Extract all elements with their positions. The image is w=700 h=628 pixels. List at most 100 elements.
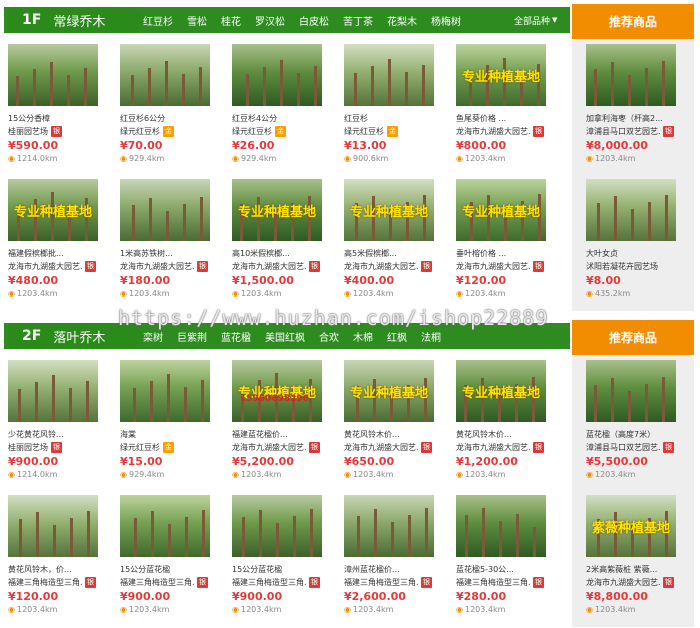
shop-name[interactable]: 福建三角梅造型三角... <box>232 577 306 588</box>
product-card[interactable]: 蓝花楹5-30公... 福建三角梅造型三角... 银 ¥280.00 ◉ 1203.4km <box>456 495 560 625</box>
product-card[interactable]: 漳州蓝花楹价... 福建三角梅造型三角... 银 ¥2,600.00 ◉ 1203.4km <box>344 495 448 625</box>
product-card[interactable]: 专业种植基地 鱼尾葵价格 ... 龙海市九湖盛大园艺... 银 ¥800.00 ◉ 1203… <box>456 44 560 174</box>
product-title[interactable]: 15公分蓝花楹 <box>120 564 220 575</box>
product-card[interactable]: 专业种植基地 高10米假槟榔... 龙海市九湖盛大园艺... 银 ¥1,500.00 ◉ 1… <box>232 179 336 309</box>
product-image[interactable] <box>8 44 98 106</box>
shop-name[interactable]: 福建三角梅造型三角... <box>344 577 418 588</box>
product-title[interactable]: 2米高紫薇桩 紫薇... <box>586 564 686 575</box>
shop-name[interactable]: 龙海市九湖盛大园艺... <box>586 577 660 588</box>
product-title[interactable]: 大叶女贞 <box>586 248 686 259</box>
tab-guihua[interactable]: 桂花 <box>221 13 241 28</box>
tab-baipisong[interactable]: 白皮松 <box>299 13 329 28</box>
tab-fatong[interactable]: 法桐 <box>421 329 441 344</box>
product-card[interactable]: 15公分蓝花楹 福建三角梅造型三角... 银 ¥900.00 ◉ 1203.4km <box>232 495 336 625</box>
product-title[interactable]: 垂叶榕价格 ... <box>456 248 556 259</box>
product-card[interactable]: 蓝花楹（高度7米） 漳浦县马口双艺园艺... 银 ¥5,500.00 ◉ 1203.4km <box>586 360 690 490</box>
product-card[interactable]: 专业种植基地 黄花风铃木价... 龙海市九湖盛大园艺... 银 ¥650.00 ◉ 1203… <box>344 360 448 490</box>
product-title[interactable]: 红豆杉 <box>344 113 444 124</box>
product-image[interactable] <box>232 495 322 557</box>
product-title[interactable]: 1米高苏铁树... <box>120 248 220 259</box>
product-title[interactable]: 福建假槟榔批... <box>8 248 108 259</box>
product-image[interactable]: 专业种植基地 <box>344 179 434 241</box>
product-image[interactable] <box>120 495 210 557</box>
shop-name[interactable]: 福建三角梅造型三角... <box>456 577 530 588</box>
tab-mumian[interactable]: 木棉 <box>353 329 373 344</box>
shop-name[interactable]: 龙海市九湖盛大园艺... <box>456 442 530 453</box>
shop-name[interactable]: 龙海市九湖盛大园艺... <box>456 261 530 272</box>
product-title[interactable]: 黄花风铃木，价... <box>8 564 108 575</box>
product-image[interactable] <box>586 44 676 106</box>
tab-hongfeng[interactable]: 红枫 <box>387 329 407 344</box>
product-image[interactable] <box>8 495 98 557</box>
product-image[interactable]: 专业种植基地 15960698296 <box>232 360 322 422</box>
product-card[interactable]: 红豆杉 绿元红豆杉金 ¥13.00 ◉ 900.6km <box>344 44 448 174</box>
product-title[interactable]: 海棠 <box>120 429 220 440</box>
product-card[interactable]: 紫薇种植基地 2米高紫薇桩 紫薇... 龙海市九湖盛大园艺... 银 ¥8,800.00… <box>586 495 690 625</box>
product-card[interactable]: 大叶女贞 沭阳若凝花卉园艺场 ¥8.00 ◉ 435.2km <box>586 179 690 309</box>
shop-name[interactable]: 绿元红豆杉 <box>120 442 160 453</box>
product-image[interactable] <box>344 44 434 106</box>
shop-name[interactable]: 龙海市九湖盛大园艺... <box>8 261 82 272</box>
tab-hongdoushan[interactable]: 红豆杉 <box>143 13 173 28</box>
product-card[interactable]: 加拿利海枣（杆高2... 漳浦县马口双艺园艺... 银 ¥8,000.00 ◉ 1203.… <box>586 44 690 174</box>
tab-lanhuaying[interactable]: 蓝花楹 <box>221 329 251 344</box>
product-card[interactable]: 1米高苏铁树... 龙海市九湖盛大园艺... 银 ¥180.00 ◉ 1203.4km <box>120 179 224 309</box>
shop-name[interactable]: 绿元红豆杉 <box>344 126 384 137</box>
product-image[interactable] <box>344 495 434 557</box>
shop-name[interactable]: 绿元红豆杉 <box>232 126 272 137</box>
product-image[interactable]: 专业种植基地 <box>456 360 546 422</box>
product-title[interactable]: 鱼尾葵价格 ... <box>456 113 556 124</box>
tab-juzijing[interactable]: 巨紫荆 <box>177 329 207 344</box>
product-card[interactable]: 红豆杉4公分 绿元红豆杉金 ¥26.00 ◉ 929.4km <box>232 44 336 174</box>
floor-badge[interactable]: 1F 常绿乔木 <box>8 7 144 33</box>
all-varieties-link[interactable]: 全部品种 ▼ <box>514 7 557 33</box>
tab-meiguohongfeng[interactable]: 美国红枫 <box>265 329 305 344</box>
product-title[interactable]: 漳州蓝花楹价... <box>344 564 444 575</box>
shop-name[interactable]: 龙海市九湖盛大园艺... <box>120 261 194 272</box>
product-title[interactable]: 少花黄花风铃... <box>8 429 108 440</box>
product-card[interactable]: 专业种植基地 15960698296 福建蓝花楹价... 龙海市九湖盛大园艺... 银 ¥… <box>232 360 336 490</box>
product-card[interactable]: 红豆杉6公分 绿元红豆杉金 ¥70.00 ◉ 929.4km <box>120 44 224 174</box>
product-title[interactable]: 加拿利海枣（杆高2... <box>586 113 686 124</box>
product-image[interactable]: 紫薇种植基地 <box>586 495 676 557</box>
product-image[interactable] <box>586 360 676 422</box>
product-image[interactable]: 专业种植基地 <box>8 179 98 241</box>
product-image[interactable] <box>120 360 210 422</box>
product-title[interactable]: 蓝花楹（高度7米） <box>586 429 686 440</box>
product-card[interactable]: 专业种植基地 福建假槟榔批... 龙海市九湖盛大园艺... 银 ¥480.00 ◉ 1203… <box>8 179 112 309</box>
product-card[interactable]: 海棠 绿元红豆杉金 ¥15.00 ◉ 929.4km <box>120 360 224 490</box>
tab-xuesong[interactable]: 雪松 <box>187 13 207 28</box>
shop-name[interactable]: 桂丽园艺场 <box>8 126 48 137</box>
product-title[interactable]: 红豆杉6公分 <box>120 113 220 124</box>
product-title[interactable]: 15公分蓝花楹 <box>232 564 332 575</box>
product-card[interactable]: 少花黄花风铃... 桂丽园艺场银 ¥900.00 ◉ 1214.0km <box>8 360 112 490</box>
product-card[interactable]: 专业种植基地 高5米假槟榔... 龙海市九湖盛大园艺... 银 ¥400.00 ◉ 1203… <box>344 179 448 309</box>
product-image[interactable] <box>456 495 546 557</box>
product-title[interactable]: 黄花风铃木价... <box>344 429 444 440</box>
product-title[interactable]: 蓝花楹5-30公... <box>456 564 556 575</box>
product-image[interactable] <box>586 179 676 241</box>
product-card[interactable]: 专业种植基地 黄花风铃木价... 龙海市九湖盛大园艺... 银 ¥1,200.00 ◉ 12… <box>456 360 560 490</box>
tab-yangmeishu[interactable]: 杨梅树 <box>431 13 461 28</box>
product-card[interactable]: 黄花风铃木，价... 福建三角梅造型三角... 银 ¥120.00 ◉ 1203.4km <box>8 495 112 625</box>
shop-name[interactable]: 龙海市九湖盛大园艺... <box>344 261 418 272</box>
shop-name[interactable]: 沭阳若凝花卉园艺场 <box>586 261 658 272</box>
tab-luanshu[interactable]: 栾树 <box>143 329 163 344</box>
tab-kudingcha[interactable]: 苦丁茶 <box>343 13 373 28</box>
product-image[interactable] <box>8 360 98 422</box>
shop-name[interactable]: 绿元红豆杉 <box>120 126 160 137</box>
product-image[interactable]: 专业种植基地 <box>456 179 546 241</box>
shop-name[interactable]: 漳浦县马口双艺园艺... <box>586 126 660 137</box>
product-image[interactable]: 专业种植基地 <box>232 179 322 241</box>
shop-name[interactable]: 漳浦县马口双艺园艺... <box>586 442 660 453</box>
product-card[interactable]: 15公分蓝花楹 福建三角梅造型三角... 银 ¥900.00 ◉ 1203.4km <box>120 495 224 625</box>
product-title[interactable]: 福建蓝花楹价... <box>232 429 332 440</box>
shop-name[interactable]: 龙海市九湖盛大园艺... <box>232 442 306 453</box>
tab-luohansong[interactable]: 罗汉松 <box>255 13 285 28</box>
shop-name[interactable]: 龙海市九湖盛大园艺... <box>232 261 306 272</box>
shop-name[interactable]: 龙海市九湖盛大园艺... <box>456 126 530 137</box>
product-image[interactable]: 专业种植基地 <box>344 360 434 422</box>
product-card[interactable]: 专业种植基地 垂叶榕价格 ... 龙海市九湖盛大园艺... 银 ¥120.00 ◉ 1203… <box>456 179 560 309</box>
tab-hualimu[interactable]: 花梨木 <box>387 13 417 28</box>
floor-badge[interactable]: 2F 落叶乔木 <box>8 323 144 349</box>
